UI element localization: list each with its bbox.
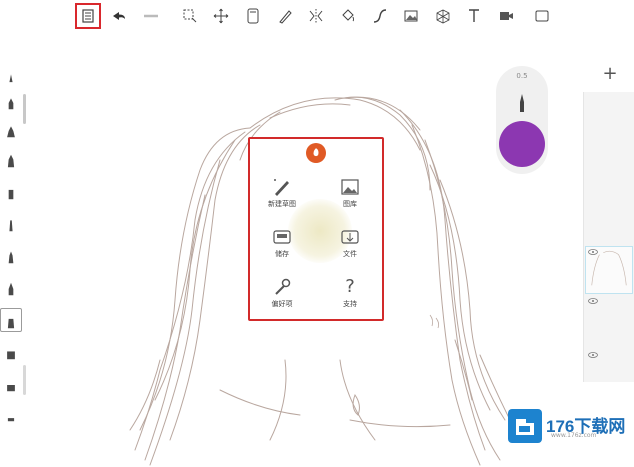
brush-tool-5[interactable]	[2, 182, 20, 204]
brush-icon	[9, 74, 13, 83]
current-brush-icon	[520, 94, 524, 112]
brush-icon	[8, 251, 14, 264]
curve-icon	[373, 9, 387, 23]
layers-panel	[583, 92, 634, 382]
brush-icon	[7, 154, 15, 168]
site-watermark: 176下载网	[508, 406, 634, 446]
brush-icon	[8, 282, 14, 296]
symmetry-button[interactable]	[304, 4, 328, 28]
top-toolbar	[0, 0, 634, 32]
brush-library-strip	[0, 64, 22, 424]
brush-tool-6[interactable]	[2, 214, 20, 236]
brush-tool-8[interactable]	[2, 278, 20, 300]
brush-tool-10[interactable]	[2, 342, 20, 364]
brush-icon	[7, 126, 15, 138]
menu-list-icon	[82, 9, 94, 23]
file-icon	[341, 230, 359, 244]
help-button[interactable]: ? 支持	[320, 277, 380, 317]
image-import-button[interactable]	[399, 4, 423, 28]
watermark-url: www.176z.com	[551, 432, 597, 439]
layer-visibility-icon[interactable]	[588, 298, 598, 304]
brush-icon	[7, 351, 15, 360]
brush-icon	[7, 418, 15, 422]
main-menu-popup: 新建草图 图库 储存 文件 偏好项 ? 支持	[248, 137, 384, 321]
new-sketch-icon	[274, 179, 289, 196]
help-label: 支持	[343, 300, 357, 308]
add-layer-button[interactable]: +	[600, 64, 620, 84]
brush-tool-9[interactable]	[2, 311, 20, 333]
transform-icon	[213, 8, 229, 24]
image-import-icon	[404, 10, 418, 22]
redo-icon	[144, 14, 158, 18]
brush-tool-2[interactable]	[2, 92, 20, 114]
stroke-edit-icon	[279, 10, 292, 24]
new-sketch-label: 新建草图	[268, 200, 296, 208]
preferences-label: 偏好项	[271, 300, 293, 308]
perspective-icon	[436, 9, 450, 24]
brush-icon	[7, 385, 15, 392]
preferences-button[interactable]: 偏好项	[252, 277, 312, 317]
record-button[interactable]	[494, 4, 518, 28]
new-sketch-button[interactable]: 新建草图	[252, 177, 312, 217]
brush-icon	[8, 189, 14, 200]
record-icon	[500, 12, 513, 20]
brush-tool-3[interactable]	[2, 120, 20, 142]
gallery-icon	[341, 179, 359, 195]
menu-list-button[interactable]	[75, 3, 101, 29]
color-puck[interactable]	[499, 121, 545, 167]
stroke-edit-button[interactable]	[273, 4, 297, 28]
brush-tool-7[interactable]	[2, 246, 20, 268]
layer-visibility-icon[interactable]	[588, 249, 598, 255]
gallery-label: 图库	[343, 200, 357, 208]
help-icon: ?	[345, 276, 355, 297]
file-label: 文件	[343, 250, 357, 258]
transform-button[interactable]	[209, 4, 233, 28]
perspective-button[interactable]	[431, 4, 455, 28]
curve-button[interactable]	[368, 4, 392, 28]
save-icon	[273, 230, 291, 244]
save-button[interactable]: 储存	[252, 227, 312, 267]
save-label: 储存	[275, 250, 289, 258]
text-button[interactable]	[462, 4, 486, 28]
fill-button[interactable]	[336, 4, 360, 28]
brush-size-readout: 0.5	[516, 72, 528, 80]
brush-tool-1[interactable]	[2, 68, 20, 90]
select-button[interactable]	[178, 4, 202, 28]
undo-icon	[113, 12, 125, 20]
brush-icon	[7, 318, 15, 329]
select-icon	[183, 9, 197, 23]
layer-visibility-icon[interactable]	[588, 352, 598, 358]
wrench-icon	[275, 278, 291, 295]
fullscreen-button[interactable]	[530, 4, 554, 28]
brush-strip-scrollbar[interactable]	[23, 94, 26, 124]
brush-tool-11[interactable]	[2, 374, 20, 396]
brush-tool-12[interactable]	[2, 404, 20, 426]
app-logo-icon	[306, 143, 326, 163]
fullscreen-icon	[535, 10, 549, 22]
undo-button[interactable]	[107, 4, 131, 28]
brush-puck[interactable]: 0.5	[496, 66, 548, 174]
ruler-icon	[247, 8, 259, 24]
brush-strip-scrollbar-lower[interactable]	[23, 365, 26, 395]
gallery-button[interactable]: 图库	[320, 177, 380, 217]
brush-icon	[9, 220, 13, 232]
ruler-button[interactable]	[241, 4, 265, 28]
brush-tool-4[interactable]	[2, 150, 20, 172]
text-icon	[469, 9, 479, 22]
fill-icon	[342, 9, 354, 22]
symmetry-icon	[309, 9, 323, 23]
brush-icon	[8, 98, 14, 110]
file-button[interactable]: 文件	[320, 227, 380, 267]
watermark-logo-icon	[508, 409, 542, 443]
redo-button[interactable]	[139, 4, 163, 28]
